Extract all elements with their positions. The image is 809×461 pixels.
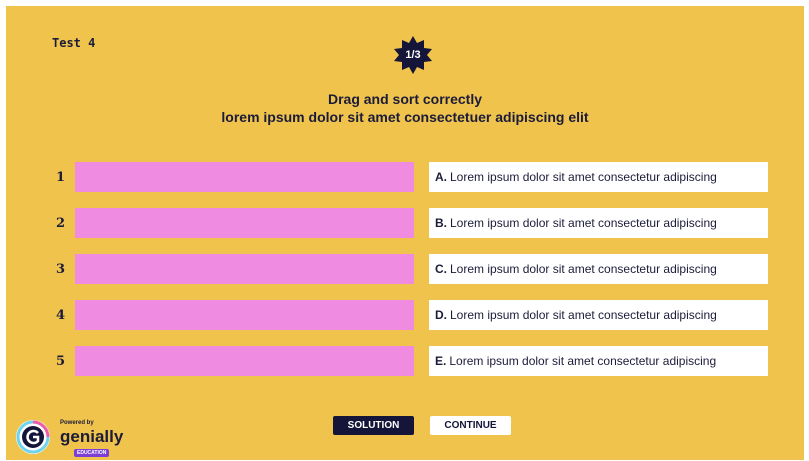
- drop-slot-3[interactable]: [75, 254, 414, 284]
- option-text: Lorem ipsum dolor sit amet consectetur a…: [450, 262, 717, 276]
- education-badge: EDUCATION: [74, 449, 110, 457]
- option-text: Lorem ipsum dolor sit amet consectetur a…: [450, 216, 717, 230]
- instruction-line-1: Drag and sort correctly: [327, 91, 483, 107]
- continue-button[interactable]: CONTINUE: [430, 416, 511, 435]
- draggable-option-b[interactable]: B. Lorem ipsum dolor sit amet consectetu…: [429, 208, 768, 238]
- draggable-option-e[interactable]: E. Lorem ipsum dolor sit amet consectetu…: [429, 346, 768, 376]
- solution-button[interactable]: SOLUTION: [333, 416, 414, 435]
- slot-number: 4: [56, 308, 66, 323]
- genially-logo[interactable]: Powered by genially EDUCATION: [12, 416, 142, 460]
- genially-wordmark: genially: [60, 427, 124, 446]
- slot-number: 2: [56, 216, 66, 231]
- slot-number: 5: [56, 354, 66, 369]
- draggable-option-a[interactable]: A. Lorem ipsum dolor sit amet consectetu…: [429, 162, 768, 192]
- drop-slot-5[interactable]: [75, 346, 414, 376]
- option-letter: D.: [435, 308, 447, 322]
- option-letter: C.: [435, 262, 447, 276]
- drop-slot-2[interactable]: [75, 208, 414, 238]
- activity-stage: Test 4 1/3 Drag and sort correctly lorem…: [6, 6, 804, 460]
- instruction-line-2: lorem ipsum dolor sit amet consectetuer …: [221, 109, 589, 125]
- draggable-option-c[interactable]: C. Lorem ipsum dolor sit amet consectetu…: [429, 254, 768, 284]
- option-text: Lorem ipsum dolor sit amet consectetur a…: [449, 354, 717, 368]
- option-letter: A.: [435, 170, 447, 184]
- slot-number: 3: [56, 262, 66, 277]
- option-letter: B.: [435, 216, 447, 230]
- progress-badge: 1/3: [393, 35, 433, 75]
- powered-by-label: Powered by: [60, 420, 94, 426]
- drop-slot-4[interactable]: [75, 300, 414, 330]
- progress-counter: 1/3: [405, 49, 421, 61]
- instructions: Drag and sort correctly lorem ipsum dolo…: [6, 90, 804, 126]
- option-text: Lorem ipsum dolor sit amet consectetur a…: [450, 308, 717, 322]
- genially-g-icon: [16, 420, 50, 454]
- option-letter: E.: [435, 354, 447, 368]
- drop-slot-1[interactable]: [75, 162, 414, 192]
- option-text: Lorem ipsum dolor sit amet consectetur a…: [450, 170, 717, 184]
- draggable-option-d[interactable]: D. Lorem ipsum dolor sit amet consectetu…: [429, 300, 768, 330]
- test-label: Test 4: [52, 36, 96, 50]
- slot-number: 1: [56, 170, 66, 185]
